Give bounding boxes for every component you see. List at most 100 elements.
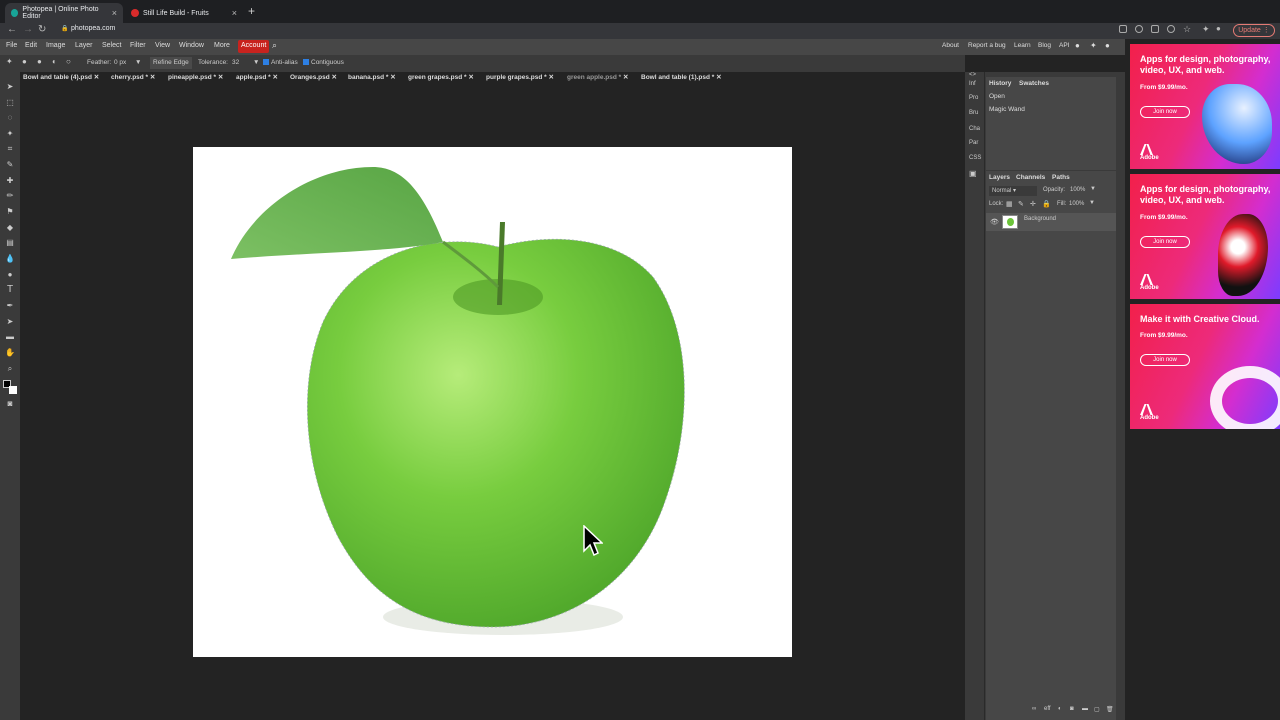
reload-icon[interactable]: ↻ [38, 24, 46, 35]
back-icon[interactable]: ← [7, 24, 17, 35]
mask-icon[interactable]: ◙ [1070, 706, 1074, 712]
ad-banner[interactable]: Apps for design, photography, video, UX,… [1130, 44, 1280, 169]
background-color-swatch[interactable] [9, 386, 17, 394]
intersect-selection-icon[interactable]: ○ [66, 57, 71, 66]
crop-tool-icon[interactable]: ⌗ [5, 144, 15, 154]
fill-input[interactable]: 100% [1069, 201, 1084, 207]
doc-tab[interactable]: apple.psd * ✕ [236, 73, 278, 81]
menu-report-bug[interactable]: Report a bug [968, 42, 1006, 49]
close-icon[interactable]: ✕ [94, 74, 99, 81]
move-tool-icon[interactable]: ➤ [5, 82, 15, 92]
close-icon[interactable]: ✕ [716, 74, 721, 81]
opacity-dropdown-icon[interactable]: ▼ [1090, 186, 1096, 192]
lock-all-icon[interactable]: 🔒 [1042, 200, 1051, 208]
panel-character[interactable]: Cha [969, 126, 980, 132]
healing-tool-icon[interactable]: ✚ [5, 176, 15, 186]
join-now-button[interactable]: Join now [1140, 236, 1190, 248]
layer-row[interactable]: 👁 Background [986, 213, 1116, 231]
zoom-tool-icon[interactable]: ⌕ [5, 364, 15, 374]
tab-history[interactable]: History [989, 80, 1011, 87]
menu-select[interactable]: Select [102, 42, 121, 49]
doc-tab[interactable]: Oranges.psd ✕ [290, 73, 337, 81]
tab-layers[interactable]: Layers [989, 174, 1010, 181]
star-icon[interactable]: ☆ [1183, 24, 1191, 35]
new-layer-icon[interactable]: ▢ [1094, 706, 1100, 713]
menu-image[interactable]: Image [46, 42, 65, 49]
close-icon[interactable]: ✕ [468, 74, 473, 81]
eraser-tool-icon[interactable]: ◆ [5, 223, 15, 233]
magic-wand-tool-icon[interactable]: ✦ [6, 57, 13, 66]
google-lens-icon[interactable] [1135, 25, 1143, 33]
path-select-icon[interactable]: ➤ [5, 317, 15, 327]
menu-window[interactable]: Window [179, 42, 204, 49]
incognito-icon[interactable] [1167, 25, 1175, 33]
doc-tab-active[interactable]: green apple.psd * ✕ [567, 73, 628, 81]
close-icon[interactable]: ✕ [150, 74, 155, 81]
new-tab-icon[interactable]: + [248, 4, 255, 18]
lock-transparency-icon[interactable]: ▦ [1006, 200, 1013, 208]
lock-icon[interactable]: 🔒 [61, 25, 68, 32]
browser-tab-photopea[interactable]: Photopea | Online Photo Editor × [5, 3, 123, 23]
anti-alias-checkbox[interactable]: Anti-alias [263, 59, 298, 66]
opacity-input[interactable]: 100% [1070, 187, 1085, 193]
tolerance-dropdown-icon[interactable]: ▼ [253, 59, 259, 66]
join-now-button[interactable]: Join now [1140, 106, 1190, 118]
close-icon[interactable]: ✕ [549, 74, 554, 81]
pen-tool-icon[interactable]: ✒ [5, 301, 15, 311]
doc-tab[interactable]: pineapple.psd * ✕ [168, 73, 223, 81]
blur-tool-icon[interactable]: 💧 [5, 254, 15, 264]
menu-about[interactable]: About [942, 42, 959, 49]
eyedropper-tool-icon[interactable]: ✎ [5, 160, 15, 170]
facebook-icon[interactable]: ● [1105, 41, 1110, 50]
folder-icon[interactable]: ▬ [1082, 706, 1088, 712]
add-selection-icon[interactable]: ● [37, 57, 42, 66]
new-selection-icon[interactable]: ● [22, 57, 27, 66]
history-item[interactable]: Open [989, 93, 1005, 100]
menu-more[interactable]: More [214, 42, 230, 49]
share-icon[interactable] [1151, 25, 1159, 33]
browser-tab-still-life[interactable]: Still Life Build - Fruits × [125, 3, 243, 23]
visibility-eye-icon[interactable]: 👁 [990, 218, 999, 226]
type-tool-icon[interactable]: T [5, 285, 15, 295]
clone-stamp-icon[interactable]: ⚑ [5, 207, 15, 217]
feather-dropdown-icon[interactable]: ▼ [135, 59, 141, 66]
image-panel-icon[interactable]: ▣ [969, 169, 977, 178]
twitter-icon[interactable]: ✦ [1090, 41, 1097, 50]
menu-filter[interactable]: Filter [130, 42, 146, 49]
doc-tab[interactable]: Bowl and table (4).psd ✕ [23, 73, 99, 81]
contiguous-checkbox[interactable]: Contiguous [303, 59, 344, 66]
menu-view[interactable]: View [155, 42, 170, 49]
lasso-tool-icon[interactable]: ◌ [5, 113, 15, 123]
doc-tab[interactable]: Bowl and table (1).psd * ✕ [641, 73, 722, 81]
menu-file[interactable]: File [6, 42, 17, 49]
reddit-icon[interactable]: ● [1075, 41, 1080, 50]
close-icon[interactable]: × [232, 8, 237, 18]
menu-learn[interactable]: Learn [1014, 42, 1031, 49]
brush-tool-icon[interactable]: ✏ [5, 191, 15, 201]
fill-dropdown-icon[interactable]: ▼ [1089, 200, 1095, 206]
subtract-selection-icon[interactable]: ◐ [52, 57, 57, 66]
panel-paragraph[interactable]: Par [969, 140, 978, 146]
close-icon[interactable]: × [112, 8, 117, 18]
quick-mask-icon[interactable]: ◙ [5, 399, 15, 409]
document-canvas[interactable] [193, 147, 792, 657]
dodge-tool-icon[interactable]: ● [5, 270, 15, 280]
update-button[interactable]: Update ⋮ [1233, 24, 1275, 37]
extensions-icon[interactable]: ✦ [1202, 24, 1210, 35]
close-icon[interactable]: ✕ [390, 74, 395, 81]
search-icon[interactable]: ⌕ [272, 40, 277, 51]
link-layers-icon[interactable]: ∞ [1032, 706, 1036, 712]
close-icon[interactable]: ✕ [218, 74, 223, 81]
feather-input[interactable]: 0 px [114, 59, 126, 66]
join-now-button[interactable]: Join now [1140, 354, 1190, 366]
lock-position-icon[interactable]: ✛ [1030, 200, 1036, 208]
close-icon[interactable]: ✕ [273, 74, 278, 81]
close-icon[interactable]: ✕ [332, 74, 337, 81]
panel-brush[interactable]: Bru [969, 110, 978, 116]
account-button[interactable]: Account [238, 40, 270, 53]
forward-icon[interactable]: → [23, 24, 33, 35]
menu-layer[interactable]: Layer [75, 42, 93, 49]
lock-pixels-icon[interactable]: ✎ [1018, 200, 1024, 208]
panel-css[interactable]: CSS [969, 155, 981, 161]
hand-tool-icon[interactable]: ✋ [5, 348, 15, 358]
